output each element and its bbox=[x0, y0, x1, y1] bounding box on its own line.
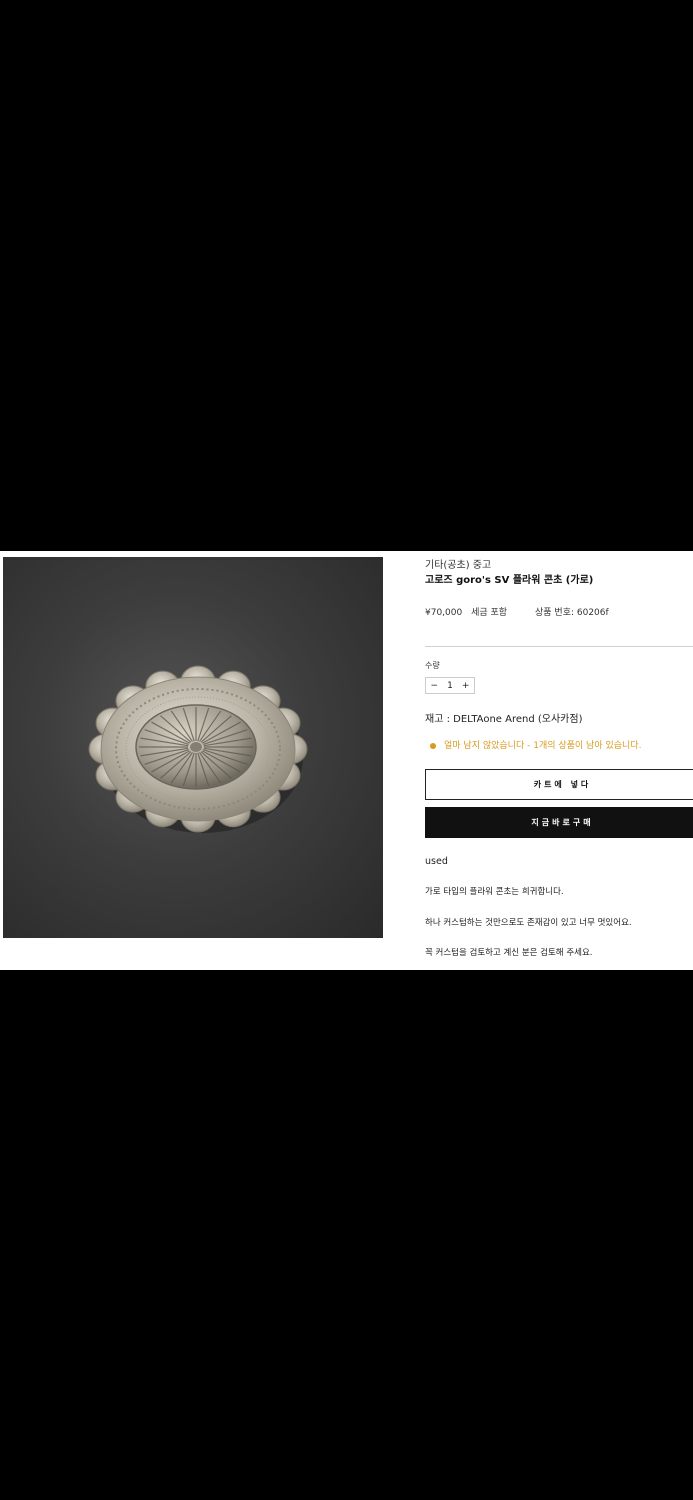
tax-note: 세금 포함 bbox=[471, 608, 508, 618]
low-stock-text: 얼마 남지 않았습니다 - 1개의 상품이 남아 있습니다. bbox=[444, 741, 642, 751]
condition-text: used bbox=[425, 856, 448, 867]
quantity-increase-button[interactable]: + bbox=[462, 681, 470, 691]
add-to-cart-button[interactable]: 카트에 넣다 bbox=[425, 769, 693, 800]
divider bbox=[425, 646, 693, 647]
concho-photo bbox=[88, 665, 308, 833]
buy-now-button[interactable]: 지금바로구매 bbox=[425, 807, 693, 838]
quantity-label: 수량 bbox=[425, 661, 440, 670]
description-line-2: 하나 커스텀하는 것만으로도 존재감이 있고 너무 멋있어요. bbox=[425, 918, 632, 928]
product-price: ¥70,000 bbox=[425, 608, 463, 618]
product-category: 기타(공초) 중고 bbox=[425, 560, 492, 571]
product-sku: 상품 번호: 60206f bbox=[535, 608, 609, 618]
quantity-stepper: − 1 + bbox=[425, 677, 475, 694]
product-title: 고로즈 goro's SV 플라워 콘초 (가로) bbox=[425, 575, 594, 586]
product-image[interactable] bbox=[3, 557, 383, 938]
description-line-3: 꼭 커스텀을 검토하고 계신 분은 검토해 주세요. bbox=[425, 948, 593, 958]
product-info-panel: 기타(공초) 중고 고로즈 goro's SV 플라워 콘초 (가로) ¥70,… bbox=[425, 551, 693, 970]
stock-location: 재고 : DELTAone Arend (오사카점) bbox=[425, 714, 583, 725]
product-page: 기타(공초) 중고 고로즈 goro's SV 플라워 콘초 (가로) ¥70,… bbox=[0, 551, 693, 970]
description-line-1: 가로 타입의 플라워 콘초는 희귀합니다. bbox=[425, 887, 564, 897]
quantity-decrease-button[interactable]: − bbox=[431, 681, 439, 691]
low-stock-notice: 얼마 남지 않았습니다 - 1개의 상품이 남아 있습니다. bbox=[425, 738, 641, 751]
dot-icon bbox=[430, 742, 436, 749]
price-row: ¥70,000 세금 포함 상품 번호: 60206f bbox=[425, 605, 609, 618]
quantity-value[interactable]: 1 bbox=[447, 681, 453, 691]
